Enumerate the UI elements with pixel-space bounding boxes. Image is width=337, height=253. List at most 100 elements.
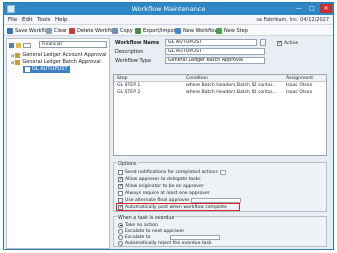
workflow-type-label: Workflow Type [115,58,152,64]
checkbox-label: Use alternate final approver [125,197,190,203]
radio-dot[interactable] [118,228,123,234]
copy-button[interactable]: Copy [112,27,133,35]
auto-reject-radio[interactable]: Automatically reject the overdue task [118,240,212,246]
require-approver-checkbox[interactable]: Always require at least one approver [118,190,210,196]
copy-label: Copy [120,28,133,34]
active-check-box[interactable] [277,40,282,46]
new-workflow-icon [175,28,181,34]
tree-node-label: General Ledger Batch Approval [22,59,101,65]
workflow-name-label: Workflow Name [115,40,160,46]
note-icon[interactable] [260,39,266,46]
folder-icon [15,60,21,65]
checkbox-label: Allow approver to delegate tasks [125,176,201,182]
delete-workflow-button[interactable]: Delete Workflow [69,27,118,35]
folder-icon [15,53,21,58]
radio-dot[interactable] [118,240,123,246]
assignment-cell[interactable]: Isaac Olson [286,82,312,89]
notification-settings-icon[interactable] [219,169,226,175]
assignment-cell[interactable]: Isaac Olson [286,89,312,96]
alternate-approver-input[interactable] [191,197,242,203]
workflow-maintenance-window: Workflow Maintenance — □ ✕ File Edit Too… [3,2,334,250]
clear-button[interactable]: Clear [46,27,67,35]
options-title: Options [117,162,138,167]
radio-dot[interactable] [118,234,123,240]
overdue-group: When a task is overdue Take no action Es… [113,216,327,247]
step-cell[interactable]: GL STEP 1 [117,82,140,89]
allow-originator-checkbox[interactable]: Allow originator to be an approver [118,183,204,189]
menu-help[interactable]: Help [55,17,68,23]
workflow-detail-pane: Workflow Name GL AUTOPOST Active Descrip… [113,38,333,249]
condition-cell[interactable]: where Batch Headers.Batch ID contai... [186,89,276,96]
checkbox-box[interactable] [118,176,123,182]
export-import-label: Export/Import [143,28,178,34]
folder-icon [16,42,21,48]
checkbox-box[interactable] [118,197,123,203]
new-step-label: New Step [224,28,248,34]
tree-node[interactable]: ⊟ General Ledger Account Approval [11,52,106,59]
active-checkbox[interactable]: Active [277,40,298,46]
tree-node-selected[interactable]: GL AUTOPOST [23,66,70,73]
title-bar: Workflow Maintenance — □ ✕ [4,3,333,15]
escalate-to-input[interactable] [170,234,221,240]
checkbox-box[interactable] [118,169,123,175]
radio-label: Automatically reject the overdue task [125,240,212,246]
copy-icon [112,28,118,34]
workflow-tree-pane: Financial ⊟ General Ledger Account Appro… [6,38,110,249]
step-cell[interactable]: GL STEP 2 [117,89,140,96]
minimize-button[interactable]: — [293,4,305,13]
condition-cell[interactable]: where Batch Headers.Batch ID contai... [186,82,276,89]
delete-icon [69,28,75,34]
active-label: Active [284,40,299,46]
save-icon [7,28,13,34]
workflow-type-select[interactable]: General Ledger Batch Approval [165,57,265,64]
new-step-button[interactable]: New Step [216,27,248,35]
description-input[interactable]: GL AUTOPOST [165,48,265,55]
workflow-steps-grid: Step Condition Assignment GL STEP 1 wher… [113,74,327,156]
clear-icon [46,28,52,34]
tree-view-toggle[interactable] [23,42,31,48]
allow-delegate-checkbox[interactable]: Allow approver to delegate tasks [118,176,201,182]
collapse-icon[interactable]: ⊟ [11,52,14,59]
tree-node-label: General Ledger Account Approval [22,52,107,58]
radio-label: Escalate to [125,234,151,240]
menu-bar: File Edit Tools Help sa Fabrikam, Inc. 0… [4,15,333,25]
radio-label: Escalate to next approver [125,228,185,234]
radio-label: Take no action [125,222,158,228]
workflow-icon [25,67,30,72]
checkbox-label: Always require at least one approver [125,190,210,196]
column-header-condition[interactable]: Condition [186,75,208,82]
workflow-category-select[interactable]: Financial [39,41,107,48]
new-workflow-button[interactable]: New Workflow [175,27,218,35]
column-header-assignment[interactable]: Assignment [286,75,313,82]
workflow-name-input[interactable]: GL AUTOPOST [165,39,257,46]
radio-dot[interactable] [118,222,123,228]
tree-expand-icon[interactable] [9,42,14,48]
menu-tools[interactable]: Tools [37,17,51,23]
tree-node[interactable]: ⊟ General Ledger Batch Approval [11,59,101,66]
highlight-box [116,203,240,211]
toolbar: Save Workflow Clear Delete Workflow Copy… [4,25,333,36]
export-import-icon [135,28,141,34]
tree-node-label: GL AUTOPOST [32,66,68,72]
checkbox-label: Allow originator to be an approver [125,183,204,189]
clear-label: Clear [54,28,68,34]
checkbox-box[interactable] [118,183,123,189]
tree-filter-row: Financial [9,41,109,49]
checkbox-box[interactable] [118,190,123,196]
window-title: Workflow Maintenance [131,5,206,13]
description-label: Description [115,49,144,55]
column-header-step[interactable]: Step [117,75,127,82]
maximize-button[interactable]: □ [306,4,318,13]
export-import-button[interactable]: Export/Import [135,27,178,35]
new-step-icon [216,28,222,34]
checkbox-label: Send notifications for completed actions [125,169,218,175]
menu-edit[interactable]: Edit [22,17,33,23]
new-workflow-label: New Workflow [183,28,219,34]
options-group: Options Send notifications for completed… [113,162,327,212]
overdue-title: When a task is overdue [117,216,176,221]
close-button[interactable]: ✕ [320,4,332,13]
send-notifications-checkbox[interactable]: Send notifications for completed actions [118,169,226,175]
collapse-icon[interactable]: ⊟ [11,59,14,66]
company-date-label: sa Fabrikam, Inc. 04/12/2027 [256,17,329,23]
menu-file[interactable]: File [8,17,17,23]
